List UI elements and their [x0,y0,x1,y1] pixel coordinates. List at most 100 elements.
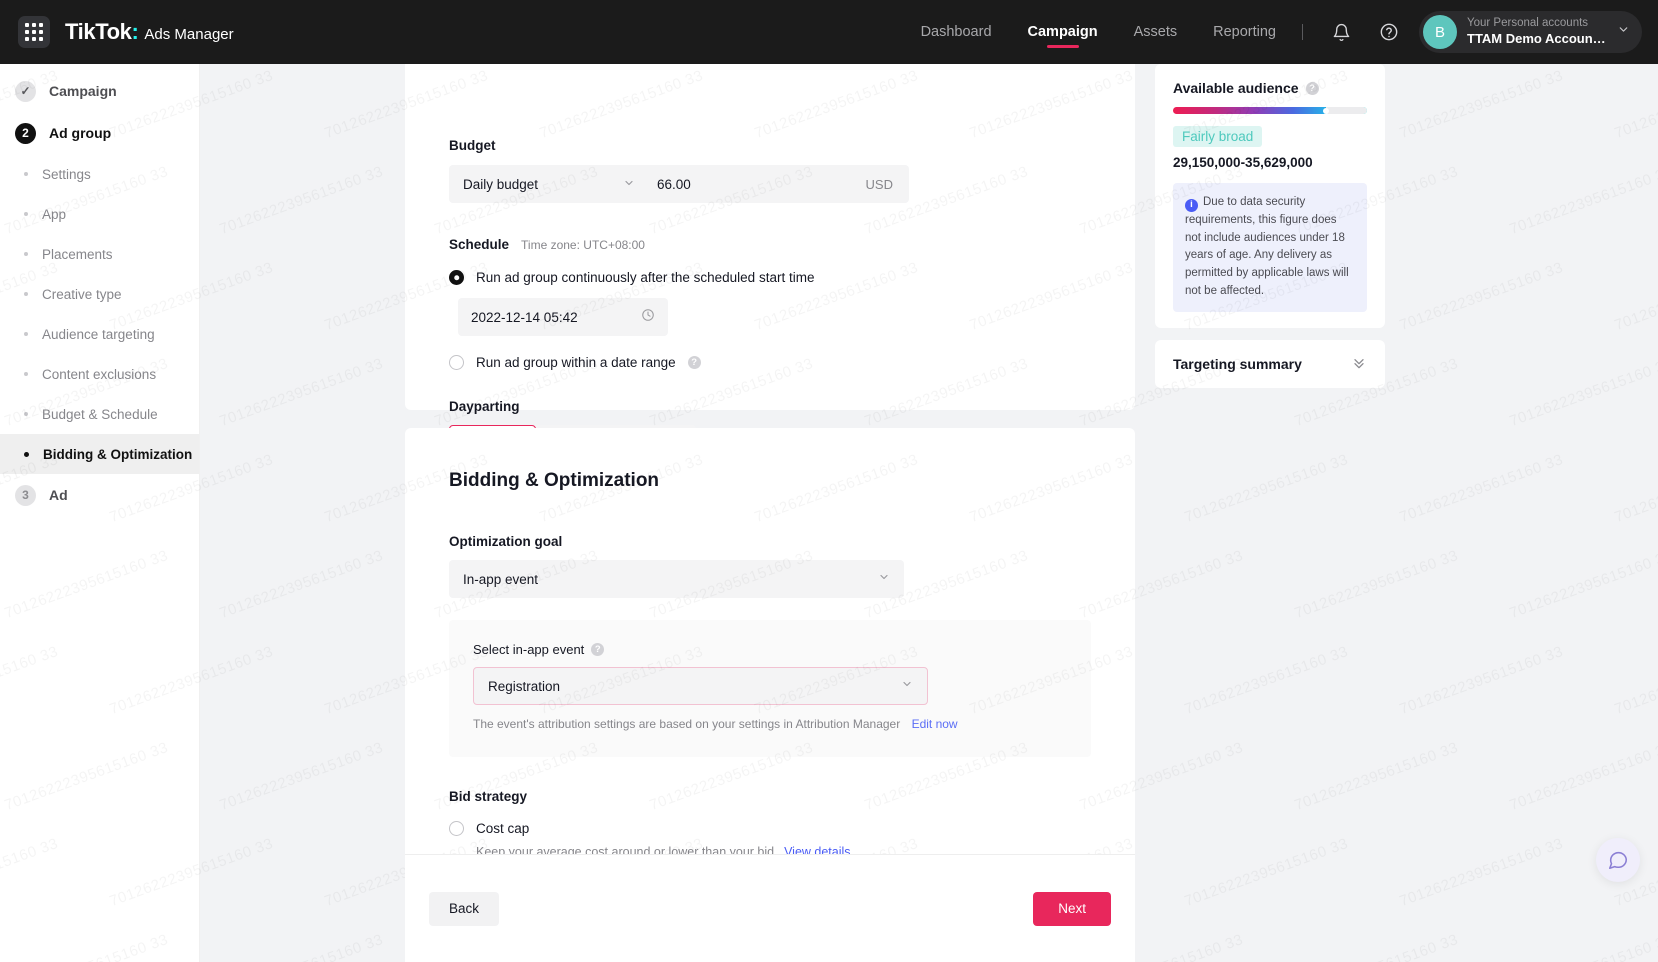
sidebar-step-campaign[interactable]: ✓ Campaign [0,70,199,112]
budget-currency-label: USD [865,176,893,192]
brand-name: TikTok [65,19,132,44]
sidebar-item-settings[interactable]: Settings [0,154,199,194]
schedule-option-continuous[interactable]: Run ad group continuously after the sche… [449,270,1091,285]
help-question-icon[interactable] [1372,15,1406,49]
radio-cost-cap[interactable] [449,821,464,836]
radio-continuous-label: Run ad group continuously after the sche… [476,270,815,285]
sidebar-item-label: Settings [42,166,91,182]
apps-grid-icon[interactable] [18,16,50,48]
main-content-scroll-area: Budget Daily budget 66.00 USD Schedule T… [200,54,1658,962]
in-app-event-value: Registration [488,678,561,694]
bid-option-cost-cap[interactable]: Cost cap [449,821,1091,836]
clock-icon [641,308,655,327]
bid-strategy-label: Bid strategy [449,789,528,804]
audience-notice-text: Due to data security requirements, this … [1185,196,1349,298]
sidebar-item-bidding-optimization[interactable]: Bidding & Optimization [0,434,199,474]
help-icon-daterange[interactable]: ? [687,356,701,369]
chevron-down-icon [623,177,635,192]
edit-now-link[interactable]: Edit now [912,717,958,731]
sidebar-item-app[interactable]: App [0,194,199,234]
sidebar-item-label: Audience targeting [42,326,155,342]
bullet-icon [24,372,28,376]
help-icon-select-event[interactable]: ? [591,643,605,656]
account-text: Your Personal accounts TTAM Demo Account… [1467,17,1607,46]
account-name-label: TTAM Demo Account -... [1467,31,1607,47]
budget-schedule-card: Budget Daily budget 66.00 USD Schedule T… [405,54,1135,458]
back-button[interactable]: Back [429,891,500,926]
available-audience-card: Available audience ? Fairly broad 29,150… [1155,64,1385,328]
in-app-event-select[interactable]: Registration [473,667,928,705]
sidebar-step-label-campaign: Campaign [49,83,117,99]
brand-colon-icon: : [131,19,139,44]
help-icon-available-audience[interactable]: ? [1305,81,1319,95]
optimization-goal-value: In-app event [463,571,539,587]
bullet-icon [24,212,28,216]
account-type-label: Your Personal accounts [1467,17,1589,30]
radio-daterange[interactable] [449,355,464,370]
account-switcher[interactable]: B Your Personal accounts TTAM Demo Accou… [1419,11,1642,53]
chevron-double-down-icon[interactable] [1351,355,1367,373]
targeting-summary-card[interactable]: Targeting summary [1155,339,1385,388]
notifications-bell-icon[interactable] [1324,15,1358,49]
cost-cap-label: Cost cap [476,821,530,836]
sidebar-step-adgroup[interactable]: 2 Ad group [0,112,199,154]
bidding-optimization-card: Bidding & Optimization Optimization goal… [405,428,1135,918]
budget-type-value: Daily budget [463,176,539,192]
gauge-marker [1323,107,1330,114]
sidebar-item-budget-schedule[interactable]: Budget & Schedule [0,394,199,434]
budget-row: Daily budget 66.00 USD [449,165,909,203]
nav-item-campaign[interactable]: Campaign [1010,0,1116,64]
support-chat-button[interactable] [1596,838,1640,882]
bullet-icon [24,412,28,416]
attribution-note-text: The event's attribution settings are bas… [473,717,901,731]
sidebar-step-label-adgroup: Ad group [49,125,112,141]
sidebar-item-label: Bidding & Optimization [43,446,193,462]
radio-daterange-label: Run ad group within a date range [476,355,676,370]
nav-item-reporting[interactable]: Reporting [1195,0,1294,64]
audience-breadth-badge: Fairly broad [1173,126,1263,147]
nav-divider [1302,24,1303,40]
radio-continuous[interactable] [449,270,464,285]
step-badge-3: 3 [15,484,36,506]
next-button[interactable]: Next [1033,891,1111,926]
dayparting-label: Dayparting [449,399,520,414]
nav-item-assets[interactable]: Assets [1116,0,1196,64]
sidebar-item-placements[interactable]: Placements [0,234,199,274]
sidebar-item-label: Creative type [42,286,122,302]
sidebar-item-audience-targeting[interactable]: Audience targeting [0,314,199,354]
right-side-panel: Available audience ? Fairly broad 29,150… [1155,64,1385,388]
sidebar-navigation: ✓ Campaign 2 Ad group Settings App Place… [0,64,200,962]
select-event-label: Select in-app event [473,642,585,657]
brand-subtitle: Ads Manager [144,26,234,43]
avatar: B [1423,15,1457,49]
brand-logo[interactable]: TikTok: Ads Manager [0,16,234,48]
budget-type-select[interactable]: Daily budget [449,165,649,203]
select-event-header: Select in-app event ? [473,642,1067,657]
schedule-header: Schedule Time zone: UTC+08:00 [449,237,1091,252]
chevron-down-icon [1617,23,1630,41]
bullet-icon [24,451,29,457]
wizard-footer: Back Next [405,854,1135,962]
sidebar-item-creative-type[interactable]: Creative type [0,274,199,314]
sidebar-step-ad[interactable]: 3 Ad [0,474,199,516]
available-audience-title: Available audience [1173,80,1299,96]
sidebar-item-content-exclusions[interactable]: Content exclusions [0,354,199,394]
schedule-option-daterange[interactable]: Run ad group within a date range ? [449,355,1091,370]
sidebar-item-label: App [42,206,67,222]
nav-item-dashboard[interactable]: Dashboard [903,0,1010,64]
start-datetime-input[interactable]: 2022-12-14 05:42 [458,298,668,336]
audience-size-range: 29,150,000-35,629,000 [1173,155,1313,170]
step-badge-check-icon: ✓ [15,80,36,102]
bullet-icon [24,332,28,336]
top-navigation-bar: TikTok: Ads Manager Dashboard Campaign A… [0,0,1658,64]
page-root: TikTok: Ads Manager Dashboard Campaign A… [0,0,1658,962]
attribution-note-row: The event's attribution settings are bas… [473,717,1067,731]
bullet-icon [24,292,28,296]
audience-breadth-gauge [1173,107,1367,114]
schedule-label: Schedule [449,237,510,252]
main-nav: Dashboard Campaign Assets Reporting B Yo… [903,0,1658,64]
budget-amount-input[interactable]: 66.00 [649,177,866,192]
optimization-goal-select[interactable]: In-app event [449,560,904,598]
targeting-summary-title: Targeting summary [1173,355,1302,372]
info-icon: i [1185,198,1198,212]
